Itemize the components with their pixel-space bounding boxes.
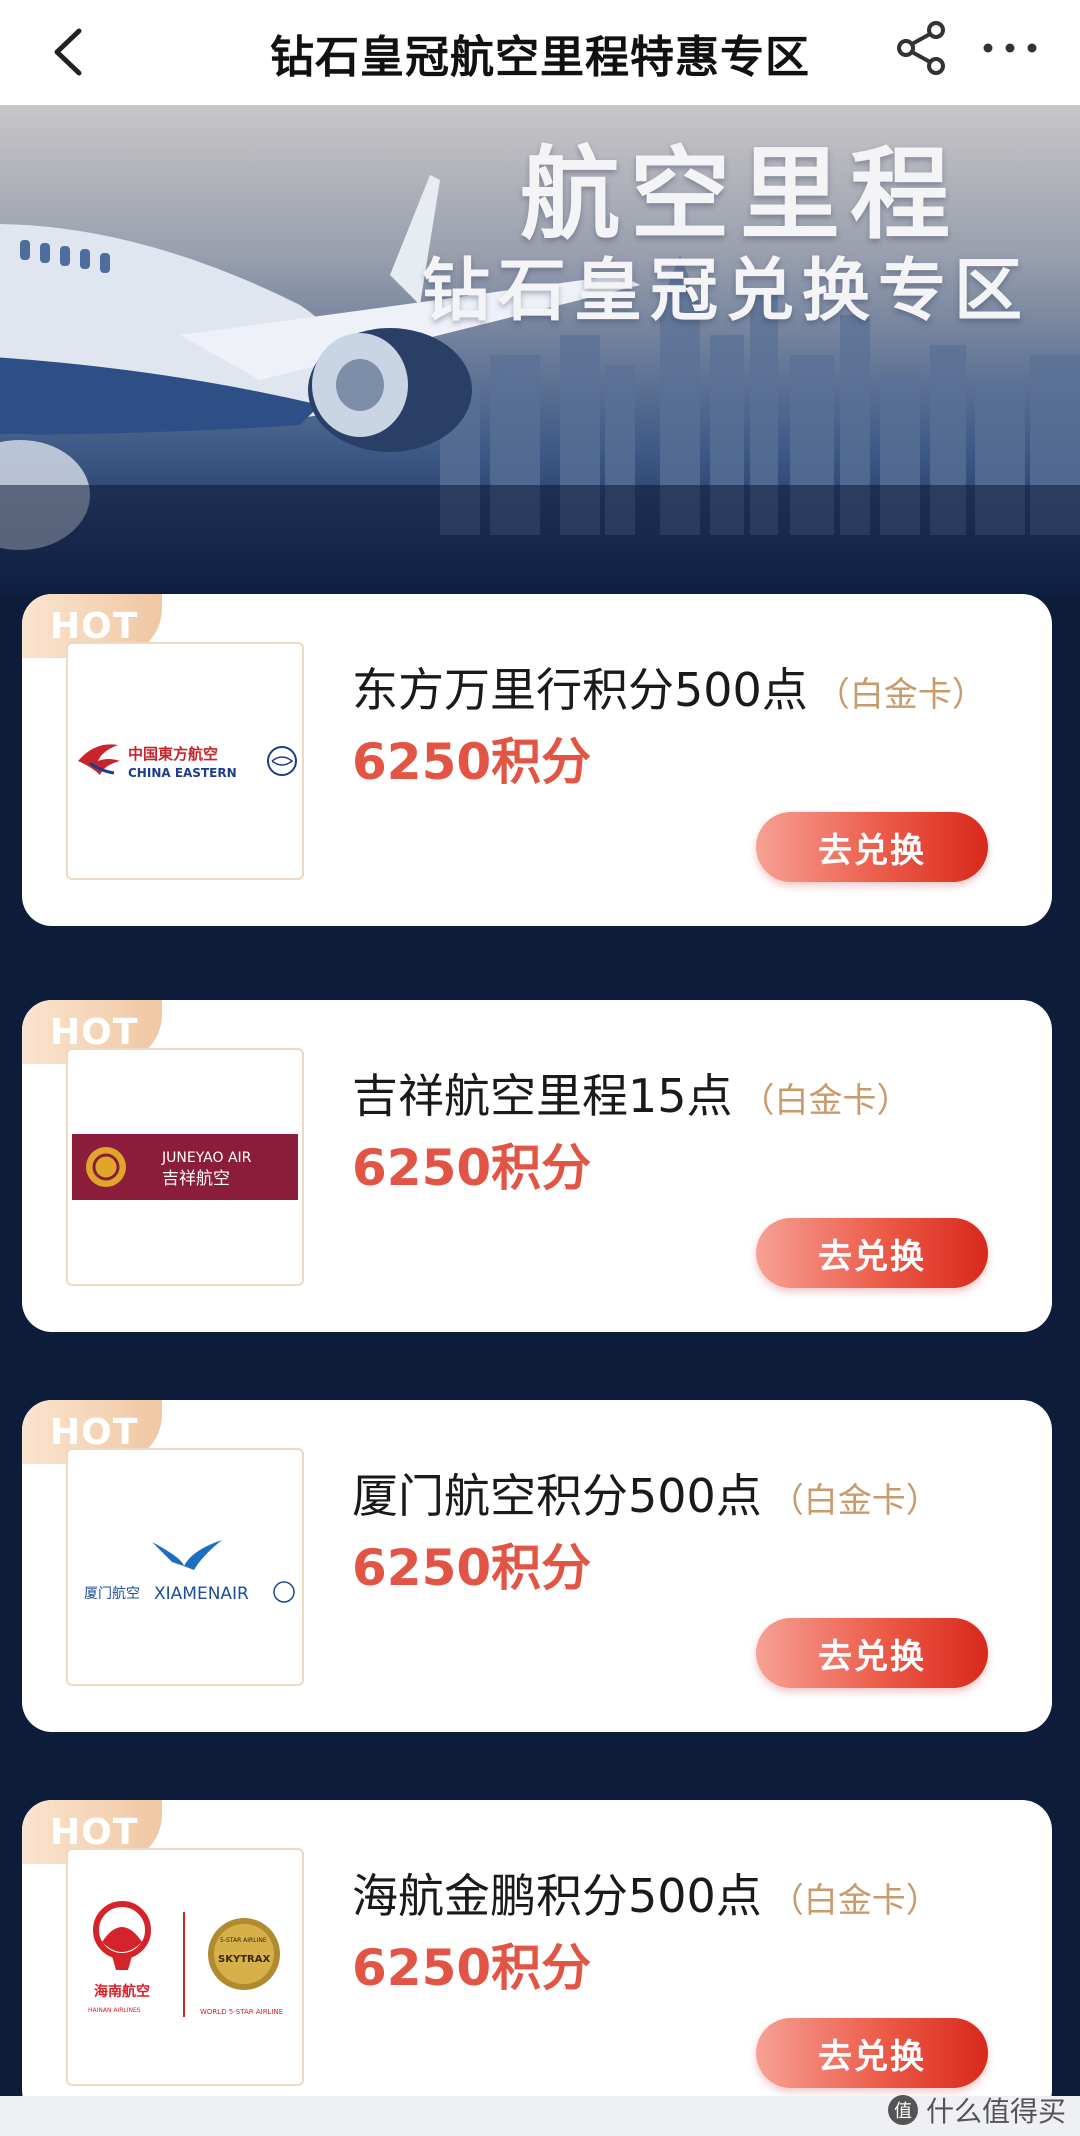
offer-card-hainan[interactable]: HOT 海南航空 HAINAN AIRLINES 5-STAR AIRLINE … [22, 1800, 1052, 2120]
skytrax-text: SKYTRAX [218, 1954, 270, 1965]
juneyao-emblem-icon: JUNEYAO AIR 吉祥航空 [72, 1134, 298, 1200]
skytrax-caption-text: WORLD 5-STAR AIRLINE [200, 2008, 283, 2016]
top-nav-bar: 钻石皇冠航空里程特惠专区 [0, 0, 1080, 105]
xiamen-en-text: XIAMENAIR [154, 1584, 249, 1604]
redeem-button[interactable]: 去兑换 [756, 2018, 988, 2088]
hainan-airlines-logo: 海南航空 HAINAN AIRLINES 5-STAR AIRLINE SKYT… [66, 1848, 304, 2086]
offer-title: 海航金鹏积分500点 （白金卡） [352, 1860, 940, 1926]
juneyao-cn-text: 吉祥航空 [162, 1169, 230, 1189]
offer-title-text: 东方万里行积分500点 [352, 663, 808, 717]
redeem-button[interactable]: 去兑换 [756, 812, 988, 882]
offer-title-text: 吉祥航空里程15点 [352, 1069, 733, 1123]
share-icon [897, 21, 945, 75]
tier-label: （白金卡） [769, 1481, 940, 1521]
watermark: 值 什么值得买 [887, 2090, 1066, 2130]
more-dots-icon [983, 43, 1037, 53]
juneyao-en-text: JUNEYAO AIR [161, 1150, 252, 1166]
china-eastern-swallow-icon: 中国東方航空 CHINA EASTERN [78, 744, 297, 780]
hainan-en-text: HAINAN AIRLINES [88, 2007, 141, 2014]
offer-title: 东方万里行积分500点 （白金卡） [352, 654, 986, 720]
china-eastern-cn-text: 中国東方航空 [128, 745, 218, 763]
offer-title: 吉祥航空里程15点 （白金卡） [352, 1060, 911, 1126]
offer-card-juneyao[interactable]: HOT JUNEYAO AIR 吉祥航空 吉祥航空里程15点 （白金卡） 6250… [22, 1000, 1052, 1332]
tier-label: （白金卡） [815, 675, 986, 715]
chevron-left-icon [54, 28, 82, 76]
share-button[interactable] [890, 16, 954, 80]
china-eastern-logo: 中国東方航空 CHINA EASTERN [66, 642, 304, 880]
offer-price: 6250积分 [352, 733, 592, 791]
redeem-button[interactable]: 去兑换 [756, 1618, 988, 1688]
back-button[interactable] [38, 22, 98, 82]
offer-title-text: 厦门航空积分500点 [352, 1469, 762, 1523]
hainan-skytrax-icon: 海南航空 HAINAN AIRLINES 5-STAR AIRLINE SKYT… [88, 1901, 283, 2017]
offer-card-xiamen[interactable]: HOT 厦门航空 XIAMENAIR 厦门航空积分500点 （白金卡） 6250积… [22, 1400, 1052, 1732]
hainan-cn-text: 海南航空 [94, 1983, 150, 2000]
tier-label: （白金卡） [769, 1881, 940, 1921]
watermark-logo-icon: 值 [887, 2095, 918, 2125]
more-options-button[interactable] [970, 16, 1050, 80]
offer-price: 6250积分 [352, 1939, 592, 1997]
offer-title: 厦门航空积分500点 （白金卡） [352, 1460, 940, 1526]
xiamen-cn-text: 厦门航空 [84, 1586, 140, 1602]
page-title: 钻石皇冠航空里程特惠专区 [270, 31, 810, 83]
banner-subtitle: 钻石皇冠兑换专区 [421, 252, 1030, 331]
juneyao-logo: JUNEYAO AIR 吉祥航空 [66, 1048, 304, 1286]
offer-price: 6250积分 [352, 1139, 592, 1197]
watermark-text: 什么值得买 [925, 2095, 1066, 2128]
hero-banner: 航空里程 钻石皇冠兑换专区 [0, 105, 1080, 595]
tier-label: （白金卡） [740, 1081, 911, 1121]
redeem-button[interactable]: 去兑换 [756, 1218, 988, 1288]
offer-card-china-eastern[interactable]: HOT 中国東方航空 CHINA EASTERN 东方万里行积分500点 （白金卡… [22, 594, 1052, 926]
xiamen-air-logo: 厦门航空 XIAMENAIR [66, 1448, 304, 1686]
china-eastern-en-text: CHINA EASTERN [128, 766, 237, 780]
offer-title-text: 海航金鹏积分500点 [352, 1869, 762, 1923]
skytrax-top-text: 5-STAR AIRLINE [220, 1937, 267, 1944]
xiamen-egret-icon: 厦门航空 XIAMENAIR [84, 1540, 295, 1604]
offer-price: 6250积分 [352, 1539, 592, 1597]
